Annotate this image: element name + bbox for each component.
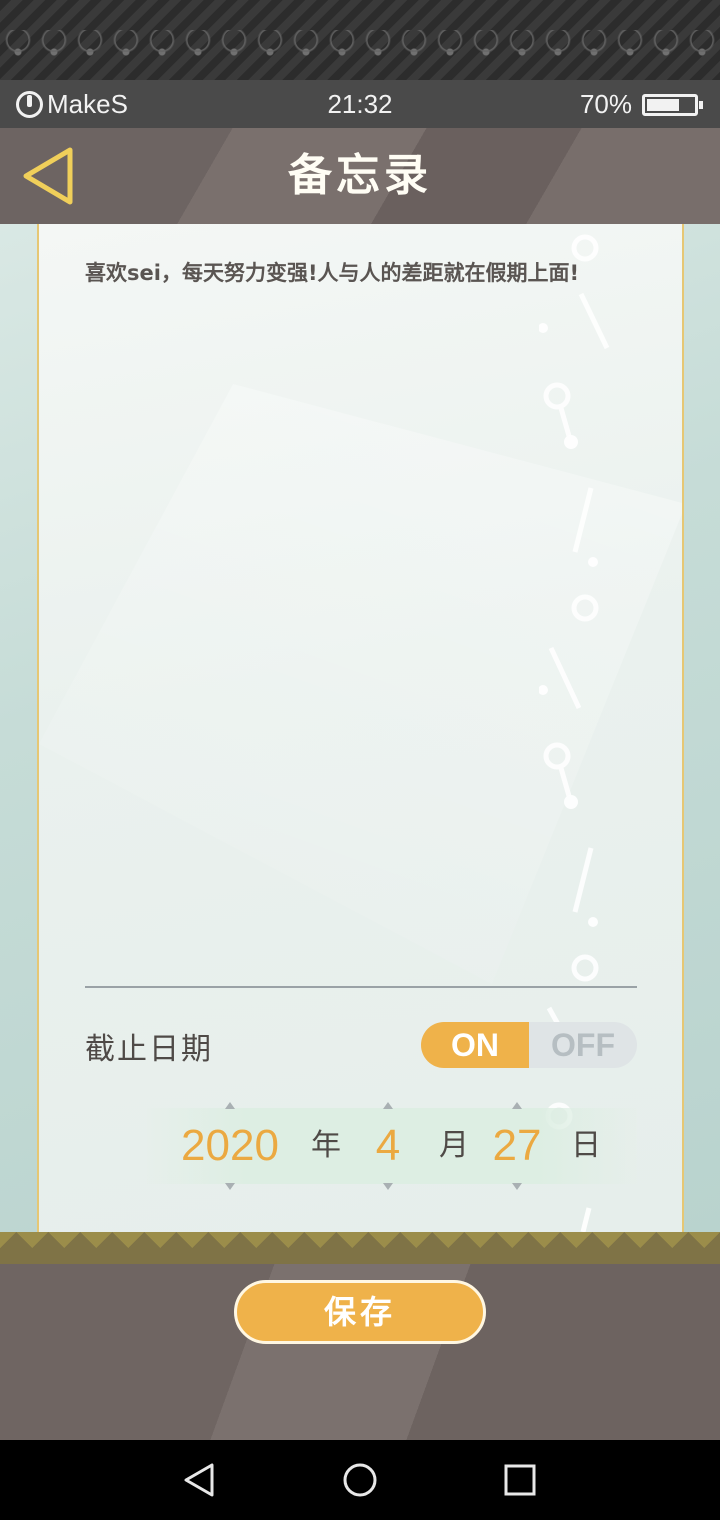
gold-band: [0, 1232, 720, 1264]
save-button[interactable]: 保存: [234, 1280, 486, 1344]
day-down-arrow-icon[interactable]: [512, 1183, 522, 1190]
toggle-off[interactable]: OFF: [529, 1022, 637, 1068]
day-value: 27: [492, 1121, 542, 1170]
month-unit: 月: [439, 1128, 469, 1163]
year-spinner[interactable]: 2020: [175, 1102, 285, 1190]
year-down-arrow-icon[interactable]: [225, 1183, 235, 1190]
battery-icon: [642, 94, 703, 116]
footer: 保存: [0, 1264, 720, 1440]
home-icon[interactable]: [342, 1462, 378, 1498]
page-title: 备忘录: [288, 150, 432, 201]
top-decoration: [0, 0, 720, 80]
header: 备忘录: [0, 128, 720, 224]
year-value: 2020: [181, 1121, 279, 1170]
month-spinner[interactable]: 4: [363, 1102, 413, 1190]
year-up-arrow-icon[interactable]: [225, 1102, 235, 1109]
day-up-arrow-icon[interactable]: [512, 1102, 522, 1109]
month-up-arrow-icon[interactable]: [383, 1102, 393, 1109]
deadline-toggle[interactable]: ON OFF: [421, 1022, 637, 1068]
back-icon[interactable]: [182, 1462, 218, 1498]
screen: MakeS 21:32 70% 备忘录 喜欢sei，每天努力变强!人与人的差距就…: [0, 0, 720, 1520]
deadline-label: 截止日期: [85, 1032, 213, 1067]
date-picker: 2020 年 4 月 27 日: [147, 1102, 637, 1190]
month-value: 4: [375, 1121, 401, 1170]
toggle-on[interactable]: ON: [421, 1022, 529, 1068]
chain-decoration: [539, 234, 610, 1232]
status-bar: MakeS 21:32 70%: [0, 80, 720, 128]
memo-card: 喜欢sei，每天努力变强!人与人的差距就在假期上面! 截止日期 ON OFF 2…: [37, 224, 684, 1232]
battery-percent: 70%: [579, 89, 632, 119]
nav-bar: [0, 1440, 720, 1520]
recents-icon[interactable]: [502, 1462, 538, 1498]
day-unit: 日: [571, 1128, 601, 1163]
year-unit: 年: [311, 1128, 341, 1163]
memo-text[interactable]: 喜欢sei，每天努力变强!人与人的差距就在假期上面!: [85, 252, 625, 295]
month-down-arrow-icon[interactable]: [383, 1183, 393, 1190]
day-spinner[interactable]: 27: [485, 1102, 549, 1190]
divider: [85, 986, 637, 988]
